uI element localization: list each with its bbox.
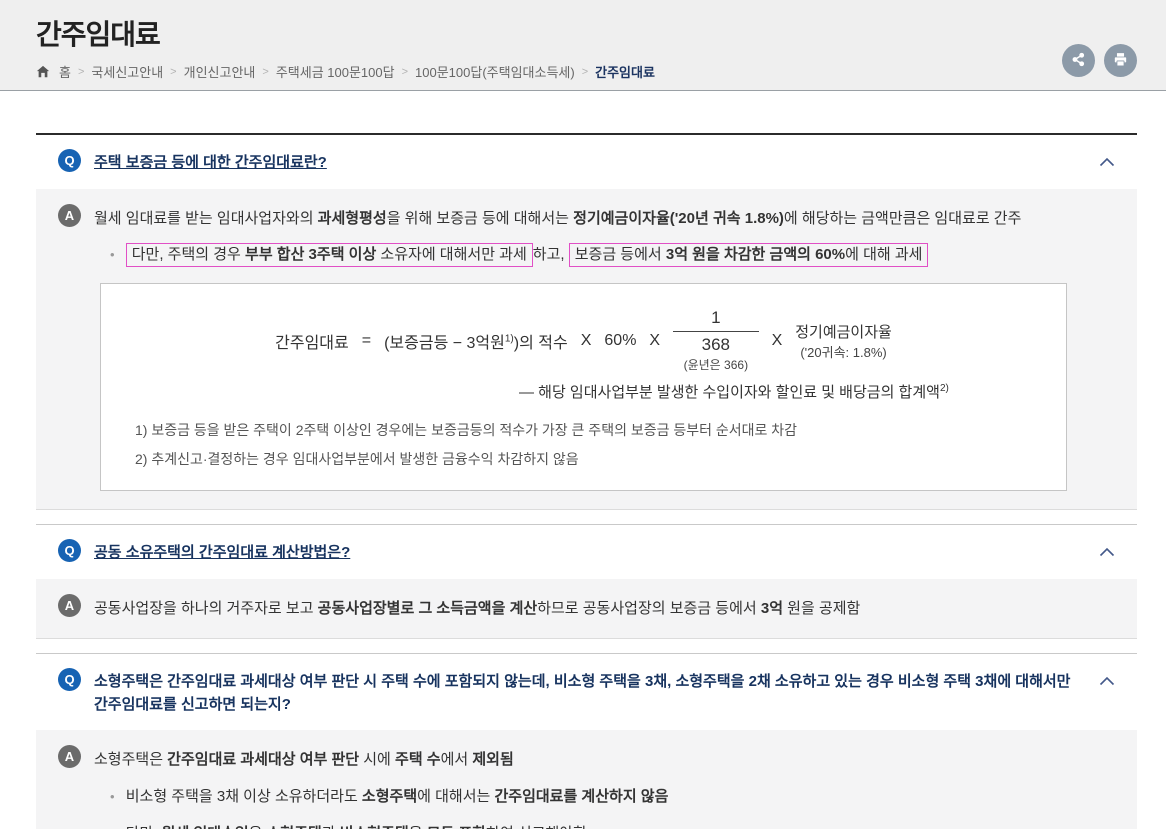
fraction-note: (윤년은 366) bbox=[683, 358, 749, 372]
breadcrumb-item-2[interactable]: 개인신고안내 bbox=[184, 62, 256, 81]
question-title-3[interactable]: 소형주택은 간주임대료 과세대상 여부 판단 시 주택 수에 포함되지 않는데,… bbox=[94, 668, 1077, 716]
breadcrumb-item-1[interactable]: 국세신고안내 bbox=[91, 62, 163, 81]
breadcrumb-separator: > bbox=[170, 65, 177, 78]
bullet-dot: • bbox=[110, 788, 115, 804]
bullet-dot: • bbox=[110, 247, 115, 262]
formula-footnotes: 1) 보증금 등을 받은 주택이 2주택 이상인 경우에는 보증금등의 적수가 … bbox=[135, 420, 1046, 470]
fraction-denominator: 368 bbox=[701, 335, 731, 354]
chevron-up-icon[interactable] bbox=[1099, 154, 1115, 167]
formula-percent: 60% bbox=[604, 331, 637, 349]
q-badge: Q bbox=[58, 149, 81, 172]
highlight-box-2: 보증금 등에서 3억 원을 차감한 금액의 60%에 대해 과세 bbox=[568, 243, 929, 267]
answer-section-3: A 소형주택은 간주임대료 과세대상 여부 판단 시에 주택 수에서 제외됨 •… bbox=[36, 730, 1137, 829]
answer-text-3: 소형주택은 간주임대료 과세대상 여부 판단 시에 주택 수에서 제외됨 bbox=[94, 751, 514, 768]
footnote-ref-1: 1) bbox=[504, 333, 514, 345]
formula-footnote-1: 1) 보증금 등을 받은 주택이 2주택 이상인 경우에는 보증금등의 적수가 … bbox=[135, 422, 798, 438]
breadcrumb: 홈 > 국세신고안내 > 개인신고안내 > 주택세금 100문100답 > 10… bbox=[36, 62, 1137, 81]
a-badge: A bbox=[58, 593, 81, 617]
answer-bullet: • 다만, 월세 임대수입은 소형주택과 비소형주택을 모두 포함하여 신고해야… bbox=[110, 822, 1107, 829]
breadcrumb-item-home[interactable]: 홈 bbox=[59, 62, 71, 81]
formula-rate: 정기예금이자율 ('20귀속: 1.8%) bbox=[795, 321, 892, 361]
chevron-up-icon[interactable] bbox=[1099, 673, 1115, 686]
bullet-dot: • bbox=[110, 826, 115, 829]
page-header: 간주임대료 홈 > 국세신고안내 > 개인신고안내 > 주택세금 100문100… bbox=[0, 0, 1166, 91]
formula-minus-line: — 해당 임대사업부분 발생한 수입이자와 할인료 및 배당금의 합계액2) bbox=[519, 383, 949, 401]
breadcrumb-item-3[interactable]: 주택세금 100문100답 bbox=[276, 62, 395, 81]
a-badge: A bbox=[58, 203, 81, 227]
question-row-2[interactable]: Q 공동 소유주택의 간주임대료 계산방법은? bbox=[36, 525, 1137, 579]
page-actions bbox=[1062, 44, 1137, 77]
rate-value: ('20귀속: 1.8%) bbox=[800, 344, 887, 360]
formula-main-row: 간주임대료 = (보증금등 − 3억원1))의 적수 X 60% X 1 368… bbox=[121, 308, 1046, 373]
highlight-box-1: 다만, 주택의 경우 부부 합산 3주택 이상 소유자에 대해서만 과세 bbox=[125, 243, 533, 267]
answer-line: A 월세 임대료를 받는 임대사업자와의 과세형평성을 위해 보증금 등에 대해… bbox=[58, 203, 1107, 231]
breadcrumb-separator: > bbox=[401, 65, 409, 78]
answer-bullet-1: • 다만, 주택의 경우 부부 합산 3주택 이상 소유자에 대해서만 과세 하고… bbox=[110, 243, 1107, 267]
rate-label: 정기예금이자율 bbox=[795, 323, 892, 341]
question-row-3[interactable]: Q 소형주택은 간주임대료 과세대상 여부 판단 시 주택 수에 포함되지 않는… bbox=[36, 654, 1137, 730]
breadcrumb-separator: > bbox=[581, 65, 589, 78]
answer-section-1: A 월세 임대료를 받는 임대사업자와의 과세형평성을 위해 보증금 등에 대해… bbox=[36, 188, 1137, 510]
formula-equals: = bbox=[361, 331, 372, 349]
qa-content: Q 주택 보증금 등에 대한 간주임대료란? A 월세 임대료를 받는 임대사업… bbox=[36, 133, 1137, 829]
bullet-text-1: 비소형 주택을 3채 이상 소유하더라도 소형주택에 대해서는 간주임대료를 계… bbox=[125, 787, 669, 805]
home-icon bbox=[36, 65, 50, 79]
question-row-1[interactable]: Q 주택 보증금 등에 대한 간주임대료란? bbox=[36, 135, 1137, 189]
breadcrumb-item-4[interactable]: 100문100답(주택임대소득세) bbox=[415, 62, 575, 81]
answer-text-1: 월세 임대료를 받는 임대사업자와의 과세형평성을 위해 보증금 등에 대해서는… bbox=[94, 209, 1022, 227]
bullet-text-2: 다만, 월세 임대수입은 소형주택과 비소형주택을 모두 포함하여 신고해야함 bbox=[126, 825, 587, 829]
q-badge: Q bbox=[58, 668, 81, 691]
qa-block-3: Q 소형주택은 간주임대료 과세대상 여부 판단 시 주택 수에 포함되지 않는… bbox=[36, 653, 1137, 829]
formula-lhs: 간주임대료 bbox=[275, 334, 349, 352]
answer-bullet: • 비소형 주택을 3채 이상 소유하더라도 소형주택에 대해서는 간주임대료를… bbox=[110, 785, 1107, 809]
share-nodes-icon bbox=[1070, 51, 1087, 71]
breadcrumb-item-current: 간주임대료 bbox=[595, 65, 655, 80]
footnote-ref-2: 2) bbox=[939, 383, 949, 394]
answer-line: A 소형주택은 간주임대료 과세대상 여부 판단 시에 주택 수에서 제외됨 bbox=[58, 745, 1107, 772]
a-badge: A bbox=[58, 745, 81, 768]
formula-times: X bbox=[580, 331, 592, 349]
answer-text-2: 공동사업장을 하나의 거주자로 보고 공동사업장별로 그 소득금액을 계산하므로… bbox=[94, 599, 861, 617]
printer-icon bbox=[1112, 51, 1129, 71]
formula-times: X bbox=[649, 331, 661, 349]
question-title-2[interactable]: 공동 소유주택의 간주임대료 계산방법은? bbox=[94, 539, 350, 565]
formula-fraction: 1 368 (윤년은 366) bbox=[673, 308, 759, 373]
page-title: 간주임대료 bbox=[36, 19, 161, 50]
formula-footnote-2: 2) 추계신고·결정하는 경우 임대사업부분에서 발생한 금융수익 차감하지 않… bbox=[135, 451, 579, 467]
breadcrumb-separator: > bbox=[77, 65, 85, 78]
fraction-numerator: 1 bbox=[673, 308, 759, 332]
q-badge: Q bbox=[58, 539, 81, 562]
breadcrumb-separator: > bbox=[262, 65, 269, 78]
qa-block-1: Q 주택 보증금 등에 대한 간주임대료란? A 월세 임대료를 받는 임대사업… bbox=[36, 133, 1137, 510]
answer-line: A 공동사업장을 하나의 거주자로 보고 공동사업장별로 그 소득금액을 계산하… bbox=[58, 593, 1107, 621]
print-button[interactable] bbox=[1104, 44, 1137, 77]
formula-box: 간주임대료 = (보증금등 − 3억원1))의 적수 X 60% X 1 368… bbox=[100, 283, 1067, 491]
qa-block-2: Q 공동 소유주택의 간주임대료 계산방법은? A 공동사업장을 하나의 거주자… bbox=[36, 524, 1137, 639]
answer-section-2: A 공동사업장을 하나의 거주자로 보고 공동사업장별로 그 소득금액을 계산하… bbox=[36, 578, 1137, 639]
share-button[interactable] bbox=[1062, 44, 1095, 77]
bullet-mid-text: 하고, bbox=[532, 246, 565, 263]
formula-times: X bbox=[771, 331, 783, 349]
chevron-up-icon[interactable] bbox=[1099, 544, 1115, 557]
formula-expression: (보증금등 − 3억원1))의 적수 bbox=[384, 333, 568, 352]
question-title-1[interactable]: 주택 보증금 등에 대한 간주임대료란? bbox=[94, 149, 327, 175]
